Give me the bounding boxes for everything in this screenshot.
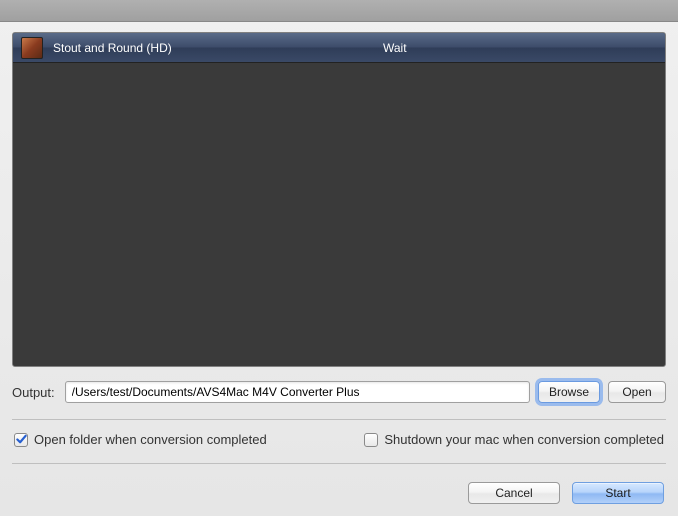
divider	[12, 419, 666, 420]
dialog-content: Stout and Round (HD) Wait Output: Browse…	[0, 22, 678, 516]
list-item-status: Wait	[383, 41, 407, 55]
conversion-list[interactable]: Stout and Round (HD) Wait	[12, 32, 666, 367]
list-item-title: Stout and Round (HD)	[53, 41, 383, 55]
dialog-window: Stout and Round (HD) Wait Output: Browse…	[0, 0, 678, 516]
divider	[12, 463, 666, 464]
browse-button[interactable]: Browse	[538, 381, 600, 403]
shutdown-option[interactable]: Shutdown your mac when conversion comple…	[364, 432, 664, 447]
list-item[interactable]: Stout and Round (HD) Wait	[13, 33, 665, 63]
start-button[interactable]: Start	[572, 482, 664, 504]
output-row: Output: Browse Open	[12, 381, 666, 403]
open-folder-option[interactable]: Open folder when conversion completed	[14, 432, 267, 447]
window-titlebar[interactable]	[0, 0, 678, 22]
shutdown-label: Shutdown your mac when conversion comple…	[384, 432, 664, 447]
dialog-buttons: Cancel Start	[12, 482, 666, 504]
open-folder-label: Open folder when conversion completed	[34, 432, 267, 447]
open-button[interactable]: Open	[608, 381, 666, 403]
options-row: Open folder when conversion completed Sh…	[12, 432, 666, 447]
cancel-button[interactable]: Cancel	[468, 482, 560, 504]
output-path-input[interactable]	[65, 381, 530, 403]
video-thumbnail-icon	[21, 37, 43, 59]
output-label: Output:	[12, 385, 55, 400]
shutdown-checkbox[interactable]	[364, 433, 378, 447]
open-folder-checkbox[interactable]	[14, 433, 28, 447]
